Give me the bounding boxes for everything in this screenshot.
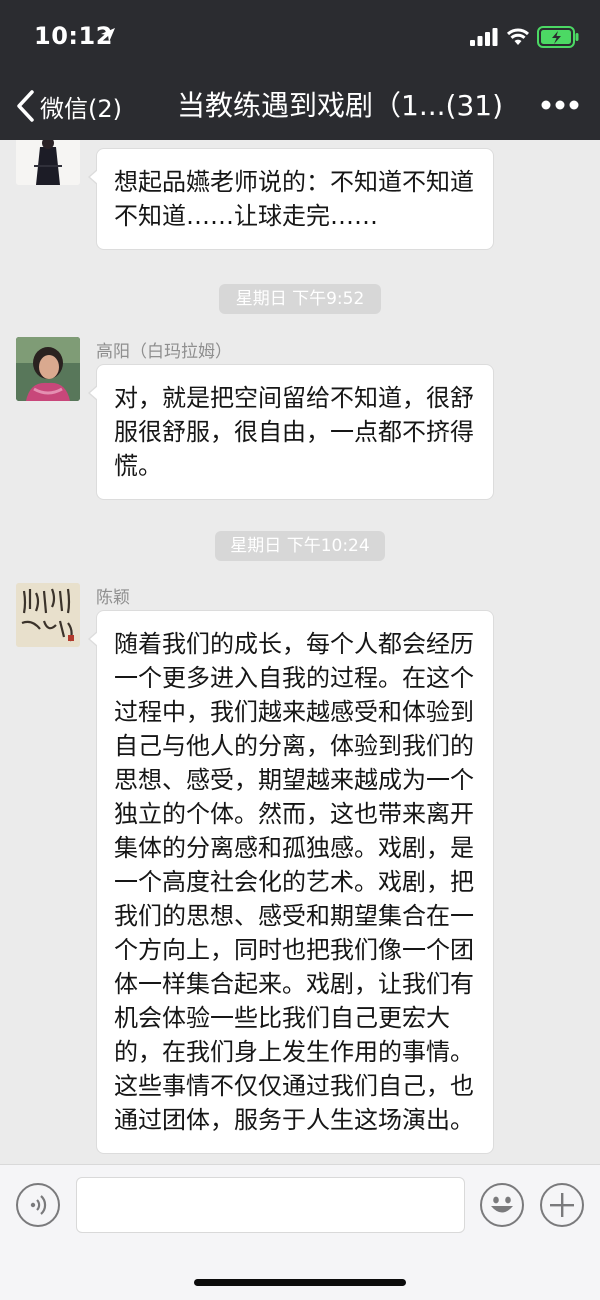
chat-title: 当教练遇到戏剧（1...(31): [177, 89, 503, 122]
home-indicator[interactable]: [194, 1279, 406, 1286]
avatar[interactable]: [16, 140, 80, 185]
location-arrow-icon: [101, 28, 115, 42]
cellular-signal-icon: [470, 28, 498, 46]
message-text: 随着我们的成长，每个人都会经历一个更多进入自我的过程。在这个过程中，我们越来越感…: [114, 630, 474, 1134]
message-bubble[interactable]: 随着我们的成长，每个人都会经历一个更多进入自我的过程。在这个过程中，我们越来越感…: [88, 610, 494, 1154]
sender-name: 陈颖: [96, 588, 130, 608]
avatar-portrait-icon: [16, 337, 80, 401]
message-bubble[interactable]: 想起品嬿老师说的：不知道不知道不知道……让球走完……: [88, 148, 494, 250]
avatar-calligraphy-icon: [16, 583, 80, 647]
chevron-left-icon: [17, 90, 34, 122]
message-list[interactable]: 想起品嬿老师说的：不知道不知道不知道……让球走完…… 星期日 下午9:52 高阳…: [0, 140, 600, 1164]
back-label: 微信(2): [40, 94, 122, 123]
add-button[interactable]: [540, 1183, 584, 1227]
sender-name: 高阳（白玛拉姆）: [96, 342, 232, 362]
emoji-button[interactable]: [480, 1183, 524, 1227]
voice-icon: [30, 1195, 47, 1215]
battery-icon: [537, 26, 579, 48]
emoji-icon: [491, 1196, 513, 1213]
avatar[interactable]: [16, 583, 80, 647]
voice-button[interactable]: [16, 1183, 60, 1227]
plus-icon: [550, 1193, 574, 1217]
avatar-person-icon: [16, 140, 80, 185]
message-bubble[interactable]: 对，就是把空间留给不知道，很舒服很舒服，很自由，一点都不挤得慌。: [88, 364, 494, 500]
timestamp: 星期日 下午10:24: [215, 531, 385, 561]
timestamp: 星期日 下午9:52: [219, 284, 381, 314]
message-input[interactable]: [76, 1177, 465, 1233]
message-text: 对，就是把空间留给不知道，很舒服很舒服，很自由，一点都不挤得慌。: [114, 384, 474, 480]
message-text: 想起品嬿老师说的：不知道不知道不知道……让球走完……: [114, 168, 474, 230]
back-button[interactable]: 微信(2): [14, 86, 122, 126]
top-bar: 10:12 微信(2) 当教练遇到戏剧（1...(31): [0, 0, 600, 140]
wifi-icon: [506, 28, 530, 45]
avatar[interactable]: [16, 337, 80, 401]
more-options-icon[interactable]: [540, 98, 580, 112]
